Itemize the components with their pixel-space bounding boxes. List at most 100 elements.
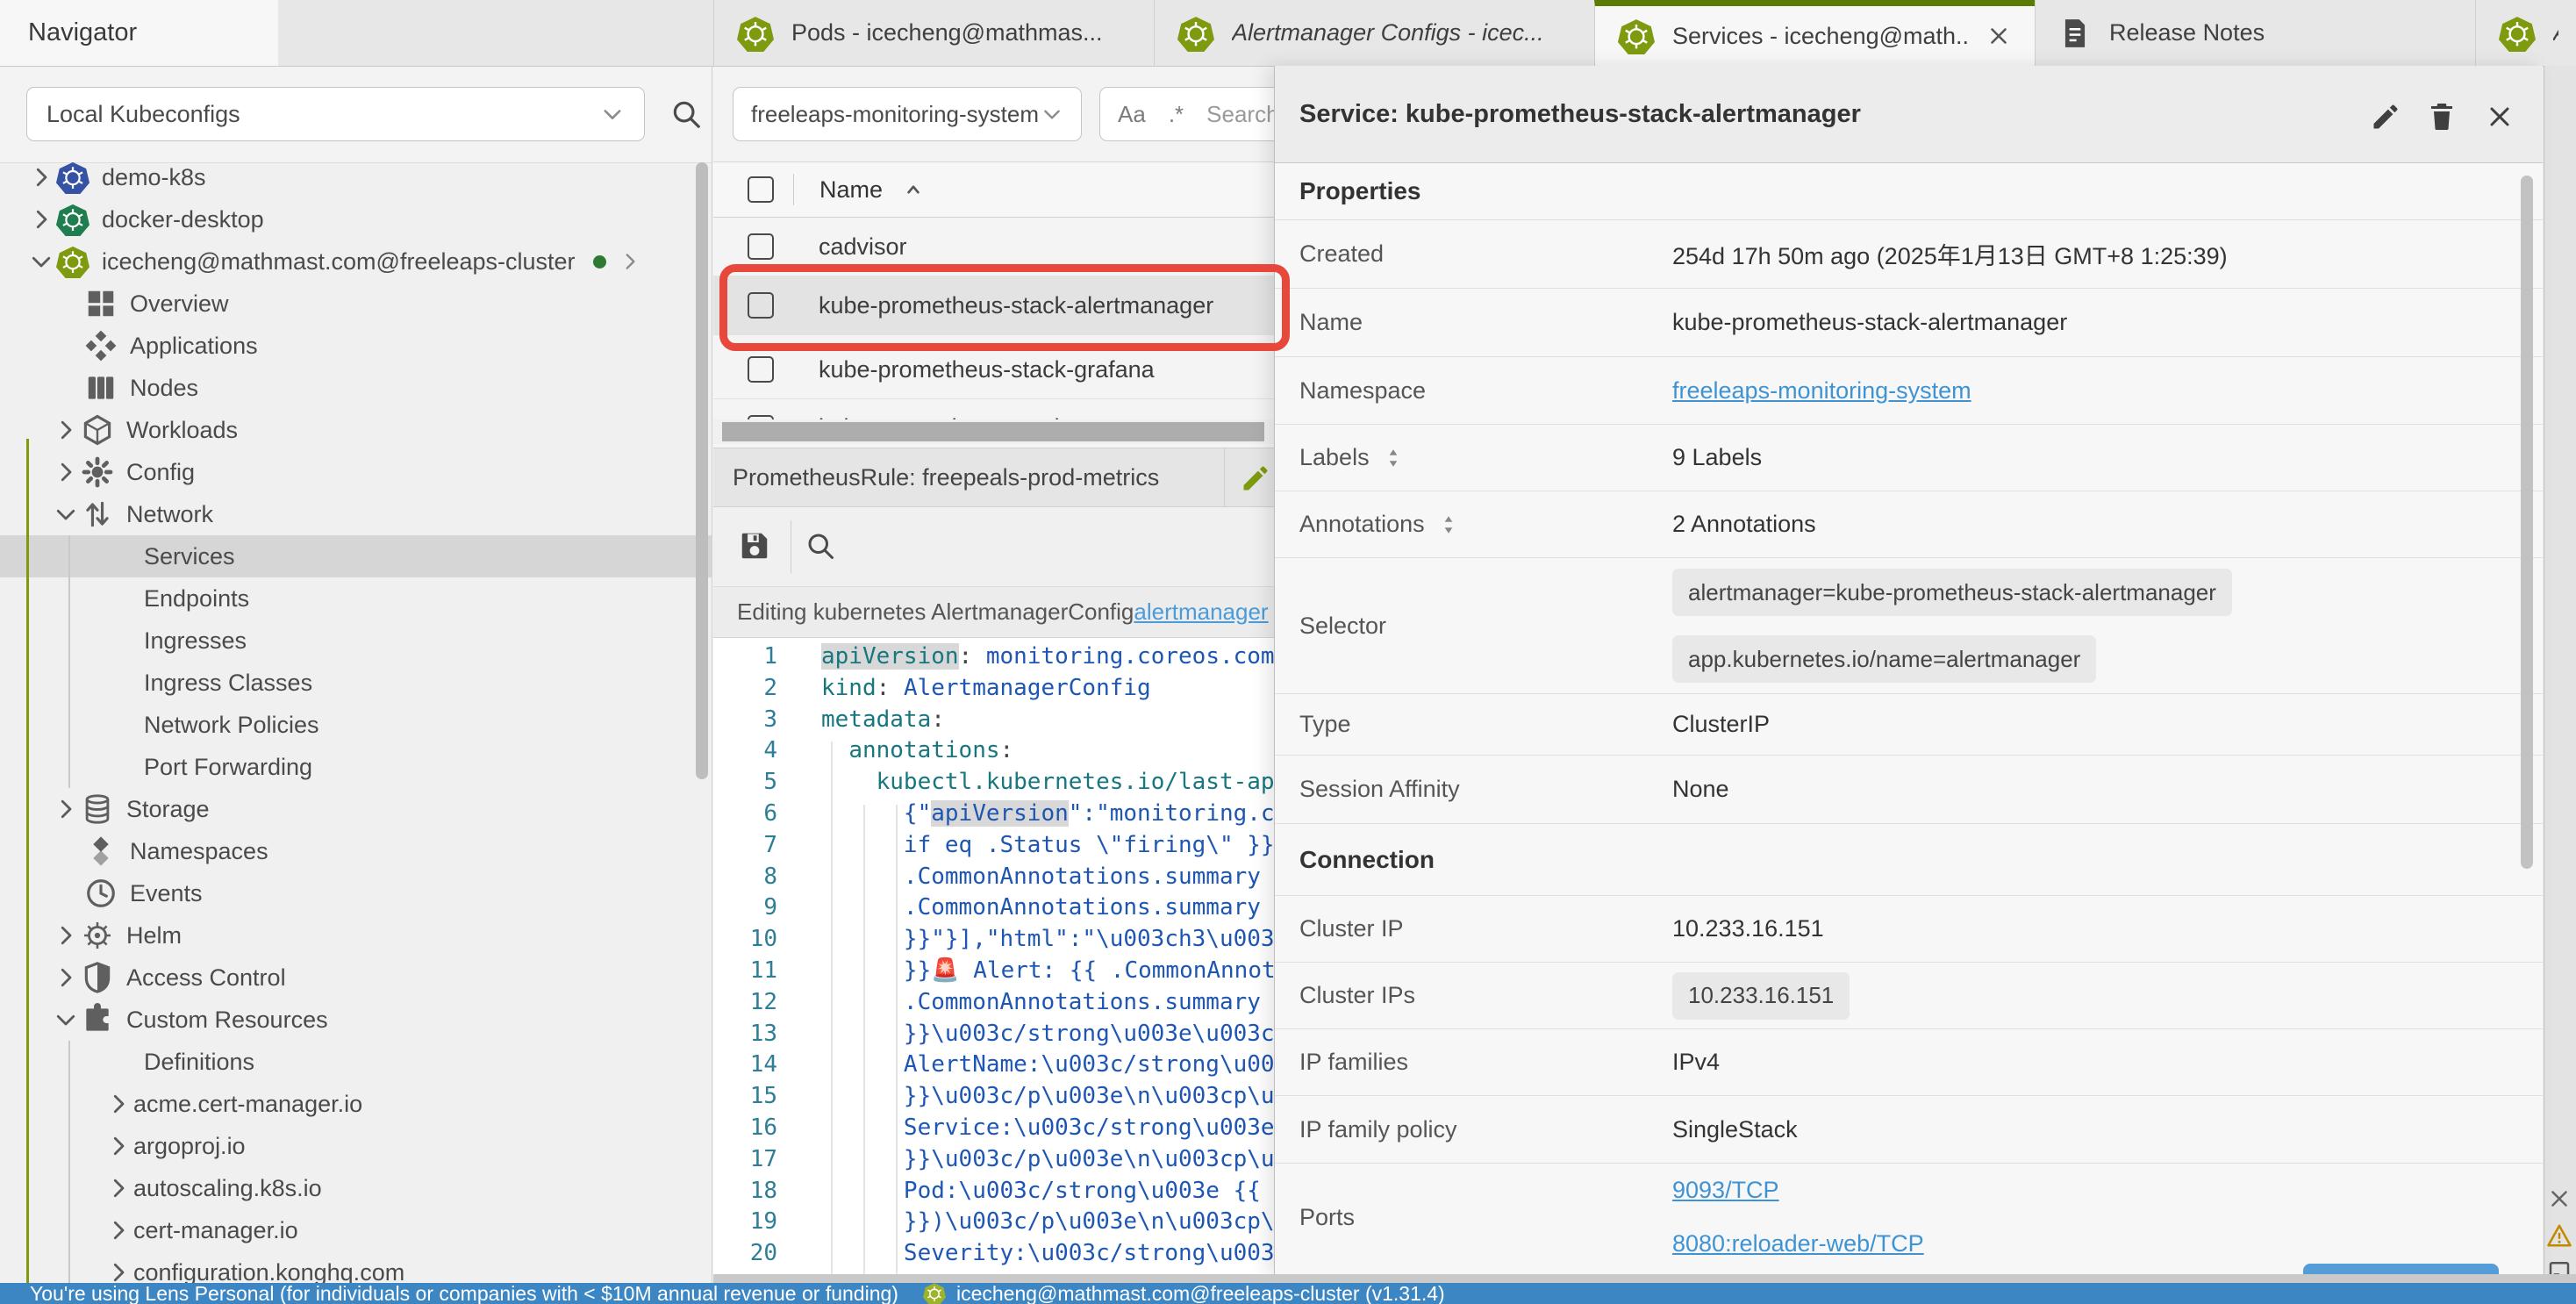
row-label-text: Name: [1299, 309, 1363, 336]
row-label: Cluster IP: [1299, 915, 1672, 942]
edit-pencil-icon[interactable]: [1240, 462, 1271, 494]
chevron-right-icon[interactable]: [26, 164, 56, 190]
close-icon[interactable]: [2546, 1186, 2572, 1212]
drawer-scrollbar[interactable]: [2521, 176, 2533, 869]
tab-1[interactable]: Alertmanager Configs - icec...: [1154, 0, 1594, 66]
chevron-right-icon[interactable]: [51, 417, 81, 443]
edit-pencil-icon[interactable]: [2370, 101, 2401, 133]
sidebar-item-ingress-classes[interactable]: Ingress Classes: [0, 662, 712, 704]
chevron-right-icon[interactable]: [51, 922, 81, 949]
namespace-select[interactable]: freeleaps-monitoring-system: [733, 87, 1082, 141]
table-header-row: Name: [713, 162, 1274, 218]
sidebar-item-overview[interactable]: Overview: [0, 283, 712, 325]
search-icon[interactable]: [669, 97, 703, 131]
sidebar-item-custom-resources[interactable]: Custom Resources: [0, 999, 712, 1041]
code-line: kind: AlertmanagerConfig: [821, 673, 1274, 705]
chevron-right-icon[interactable]: [51, 964, 81, 991]
namespace-link[interactable]: freeleaps-monitoring-system: [1672, 377, 1971, 405]
sidebar-item-helm[interactable]: Helm: [0, 914, 712, 957]
expand-toggle-icon[interactable]: [1437, 513, 1460, 536]
column-header-name[interactable]: Name: [819, 176, 883, 204]
sidebar-item-ingresses[interactable]: Ingresses: [0, 620, 712, 662]
sidebar-item-namespaces[interactable]: Namespaces: [0, 830, 712, 872]
tab-3[interactable]: Release Notes: [2035, 0, 2475, 66]
chevron-right-icon[interactable]: [51, 459, 81, 485]
editing-resource-link[interactable]: alertmanager: [1134, 598, 1268, 626]
match-case-icon[interactable]: Aa: [1118, 101, 1146, 128]
yaml-editor[interactable]: 123456789101112131415161718192021 apiVer…: [713, 638, 1274, 1283]
save-icon[interactable]: [738, 529, 771, 562]
tab-label: Pods - icecheng@mathmas...: [791, 19, 1131, 47]
row-checkbox[interactable]: [748, 292, 774, 319]
sidebar-item-docker-desktop[interactable]: docker-desktop: [0, 198, 712, 240]
chevron-right-icon[interactable]: [104, 1217, 133, 1243]
dock-tab-prometheusrule[interactable]: PrometheusRule: freepeals-prod-metrics: [733, 464, 1159, 491]
chevron-right-icon[interactable]: [104, 1133, 133, 1159]
chevron-down-icon[interactable]: [51, 501, 81, 527]
sidebar-item-access-control[interactable]: Access Control: [0, 957, 712, 999]
sidebar-item-icecheng-mathmast-com-freeleaps-cluster[interactable]: icecheng@mathmast.com@freeleaps-cluster: [0, 240, 712, 283]
code-token: :: [1000, 737, 1014, 763]
kubeconfig-select[interactable]: Local Kubeconfigs: [26, 87, 645, 141]
table-hscrollbar[interactable]: [722, 422, 1264, 441]
sidebar-item-workloads[interactable]: Workloads: [0, 409, 712, 451]
dock-divider: [1224, 448, 1225, 506]
close-icon[interactable]: [2484, 101, 2515, 133]
chevron-right-icon[interactable]: [104, 1091, 133, 1117]
shield-icon: [81, 961, 114, 994]
code-token: .CommonAnnotations.summary }}\: [904, 863, 1274, 890]
chevron-down-icon[interactable]: [51, 1007, 81, 1033]
row-label: Namespace: [1299, 377, 1672, 405]
sidebar-item-port-forwarding[interactable]: Port Forwarding: [0, 746, 712, 788]
chevron-right-icon[interactable]: [26, 206, 56, 233]
sidebar-item-cert-manager-io[interactable]: cert-manager.io: [0, 1209, 712, 1251]
sidebar-item-configuration-konghq-com[interactable]: configuration.konghq.com: [0, 1251, 712, 1283]
chevron-down-icon[interactable]: [26, 248, 56, 275]
sidebar-item-network-policies[interactable]: Network Policies: [0, 704, 712, 746]
sidebar-item-label: Workloads: [126, 417, 238, 444]
tab-2[interactable]: Services - icecheng@math...: [1594, 0, 2035, 66]
table-row-cadvisor[interactable]: cadvisor: [713, 218, 1274, 276]
sidebar-item-definitions[interactable]: Definitions: [0, 1041, 712, 1083]
k8s-icon: [56, 245, 89, 278]
sidebar-item-services[interactable]: Services: [0, 535, 712, 577]
sidebar-item-demo-k8s[interactable]: demo-k8s: [0, 156, 712, 198]
sidebar-item-applications[interactable]: Applications: [0, 325, 712, 367]
delete-trash-icon[interactable]: [2426, 101, 2458, 133]
port-link[interactable]: 8080:reloader-web/TCP: [1672, 1230, 1924, 1257]
row-checkbox[interactable]: [748, 233, 774, 260]
row-checkbox[interactable]: [748, 356, 774, 383]
chevron-right-icon[interactable]: [104, 1259, 133, 1283]
value-badge: 10.233.16.151: [1672, 972, 1850, 1020]
editor-search-icon[interactable]: [805, 530, 836, 562]
regex-icon[interactable]: .*: [1169, 101, 1184, 128]
chevron-right-icon[interactable]: [51, 796, 81, 822]
warning-icon[interactable]: [2546, 1222, 2572, 1249]
chevron-right-icon[interactable]: [619, 250, 641, 273]
tab-4[interactable]: Al: [2475, 0, 2576, 66]
sort-ascending-icon[interactable]: [902, 178, 925, 201]
chevron-right-icon[interactable]: [104, 1175, 133, 1201]
sidebar-item-label: Ingresses: [144, 627, 247, 655]
sidebar-item-network[interactable]: Network: [0, 493, 712, 535]
sidebar-item-acme-cert-manager-io[interactable]: acme.cert-manager.io: [0, 1083, 712, 1125]
table-row-kube-prometheus-stack-alertmanager[interactable]: kube-prometheus-stack-alertmanager: [713, 276, 1274, 335]
sidebar-item-events[interactable]: Events: [0, 872, 712, 914]
sidebar-item-autoscaling-k8s-io[interactable]: autoscaling.k8s.io: [0, 1167, 712, 1209]
sidebar-item-storage[interactable]: Storage: [0, 788, 712, 830]
row-value: kube-prometheus-stack-alertmanager: [1672, 309, 2067, 336]
expand-toggle-icon[interactable]: [1382, 447, 1405, 469]
table-row-kube-prometheus-stack-grafana[interactable]: kube-prometheus-stack-grafana: [713, 340, 1274, 399]
sidebar-item-nodes[interactable]: Nodes: [0, 367, 712, 409]
tab-0[interactable]: Pods - icecheng@mathmas...: [713, 0, 1154, 66]
port-link[interactable]: 9093/TCP: [1672, 1177, 1779, 1204]
drawer-row-namespace: Namespacefreeleaps-monitoring-system: [1275, 356, 2543, 424]
sidebar-scrollbar[interactable]: [696, 162, 708, 779]
table-search-input[interactable]: Aa .* Search: [1099, 87, 1274, 141]
select-all-checkbox[interactable]: [748, 176, 774, 203]
sidebar-item-endpoints[interactable]: Endpoints: [0, 577, 712, 620]
sidebar-item-argoproj-io[interactable]: argoproj.io: [0, 1125, 712, 1167]
sidebar-item-config[interactable]: Config: [0, 451, 712, 493]
editor-hscrollbar[interactable]: [713, 1274, 2576, 1283]
close-icon[interactable]: [1986, 23, 2012, 49]
